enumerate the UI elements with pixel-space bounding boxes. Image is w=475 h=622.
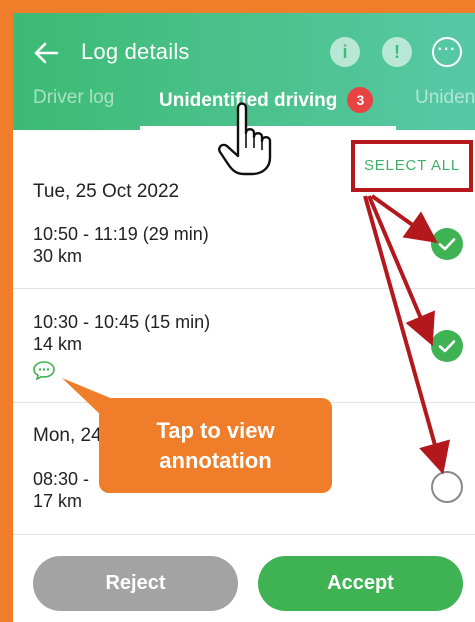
entry-distance: 30 km (33, 246, 83, 266)
entry-time: 10:30 - 10:45 (15 min) (33, 312, 211, 332)
check-icon (438, 238, 456, 251)
count-badge: 3 (347, 87, 374, 113)
date-header: Mon, 24 (33, 425, 102, 446)
tooltip-line-1: Tap to view (156, 418, 275, 443)
back-arrow-icon[interactable] (31, 38, 61, 68)
tab-label: Unidentified driving (159, 90, 338, 111)
divider (13, 288, 475, 289)
page-title: Log details (81, 39, 190, 64)
date-header: Tue, 25 Oct 2022 (33, 181, 180, 202)
entry-checkbox-checked[interactable] (431, 228, 463, 260)
info-icon[interactable]: i (330, 37, 360, 67)
select-all-highlight[interactable]: SELECT ALL (351, 140, 473, 192)
more-options-icon[interactable]: ··· (432, 37, 462, 67)
tab-driver-log[interactable]: Driver log (33, 87, 114, 109)
entry-checkbox-checked[interactable] (431, 330, 463, 362)
app-header: Log details i ! ··· Driver log Unidentif… (13, 13, 475, 130)
tab-unidentified-driving[interactable]: Unidentified driving 3 (159, 87, 374, 113)
entry-checkbox-unchecked[interactable] (431, 471, 463, 503)
entry-distance: 14 km (33, 334, 83, 354)
tooltip-line-2: annotation (159, 448, 272, 473)
reject-button[interactable]: Reject (33, 556, 238, 611)
active-tab-indicator (140, 126, 396, 130)
check-icon (438, 340, 456, 353)
entry-distance: 17 km (33, 491, 83, 511)
tab-third[interactable]: Uniden (415, 87, 475, 109)
entry-time: 10:50 - 11:19 (29 min) (33, 224, 209, 244)
annotation-comment-icon[interactable] (32, 360, 56, 380)
alert-icon[interactable]: ! (382, 37, 412, 67)
footer-divider (13, 534, 475, 535)
annotation-tooltip: Tap to view annotation (99, 398, 332, 493)
select-all-button[interactable]: SELECT ALL (355, 157, 469, 174)
entry-time: 08:30 - (33, 469, 90, 489)
accept-button[interactable]: Accept (258, 556, 463, 611)
